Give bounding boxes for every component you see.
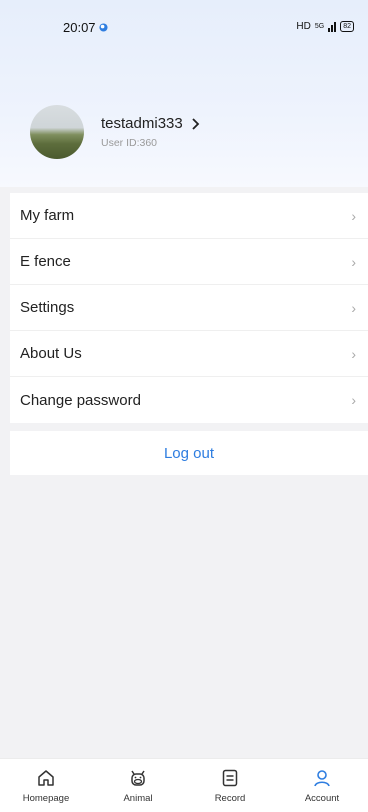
avatar[interactable] (30, 105, 84, 159)
chevron-right-icon: › (351, 392, 356, 408)
status-time: 20:07 (63, 20, 96, 35)
menu-item-label: My farm (20, 207, 75, 224)
tab-label: Animal (123, 793, 153, 804)
battery-icon: 82 (340, 21, 354, 32)
username: testadmi333 (101, 115, 183, 132)
chevron-right-icon: › (351, 299, 356, 316)
bottom-tab-bar: Homepage Animal Record Account (0, 758, 368, 812)
chevron-right-icon (192, 117, 199, 130)
chevron-right-icon: › (351, 253, 356, 270)
menu-item-label: Change password (20, 391, 141, 409)
menu-item-label: Settings (20, 299, 75, 316)
account-menu: My farm › E fence › Settings › About Us … (10, 193, 368, 423)
menu-item-label: E fence (20, 253, 71, 270)
profile-link[interactable]: testadmi333 (101, 115, 200, 132)
menu-item-settings[interactable]: Settings › (10, 285, 368, 331)
record-icon (222, 769, 238, 787)
tab-animal[interactable]: Animal (92, 759, 184, 812)
profile-header: 20:07 HD 5G 82 testadmi333 User ID:360 (0, 0, 368, 187)
logout-button[interactable]: Log out (10, 431, 368, 475)
signal-label: 5G (314, 23, 325, 30)
chevron-right-icon: › (351, 207, 356, 224)
menu-item-e-fence[interactable]: E fence › (10, 239, 368, 285)
tab-account[interactable]: Account (276, 759, 368, 812)
tab-label: Record (214, 793, 246, 804)
menu-item-change-password[interactable]: Change password › (10, 377, 368, 423)
tab-label: Homepage (22, 793, 70, 804)
battery-level: 82 (343, 23, 351, 30)
user-id: User ID:360 (101, 137, 158, 149)
chevron-right-icon: › (351, 345, 356, 362)
cow-icon (131, 770, 145, 786)
notification-icon (99, 23, 108, 32)
menu-item-my-farm[interactable]: My farm › (10, 193, 368, 239)
signal-icon (328, 21, 337, 32)
status-indicators: HD 5G 82 (296, 21, 354, 32)
home-icon (38, 770, 54, 786)
menu-item-about-us[interactable]: About Us › (10, 331, 368, 377)
tab-record[interactable]: Record (184, 759, 276, 812)
network-label: HD (296, 21, 311, 32)
tab-label: Account (304, 793, 340, 804)
menu-item-label: About Us (20, 345, 82, 362)
user-icon (314, 770, 330, 787)
tab-homepage[interactable]: Homepage (0, 759, 92, 812)
